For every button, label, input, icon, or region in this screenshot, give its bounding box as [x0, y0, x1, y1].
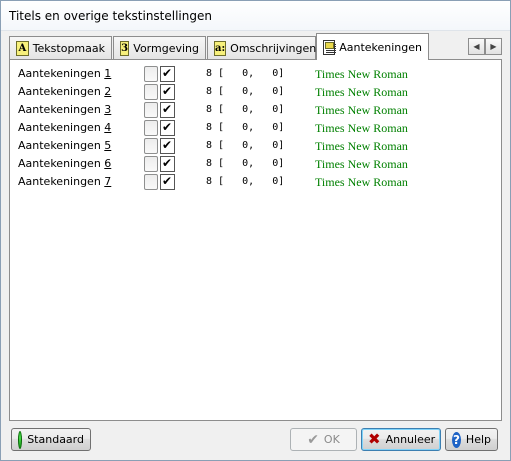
checkmark-icon: ✔ [307, 431, 319, 448]
button-label: Annuleer [385, 433, 436, 446]
visible-checkbox[interactable] [160, 156, 175, 172]
row-label: Aantekeningen 7 [18, 175, 112, 188]
visible-checkbox[interactable] [160, 84, 175, 100]
size-offset-value: 8 [ 0, 0] [206, 122, 285, 133]
notes-row: Aantekeningen 1 8 [ 0, 0] Times New Roma… [18, 65, 498, 83]
tab-aantekeningen[interactable]: Aantekeningen [316, 33, 429, 60]
tab-label: Vormgeving [133, 41, 199, 55]
option-checkbox[interactable] [144, 138, 158, 154]
row-label: Aantekeningen 2 [18, 85, 112, 98]
ok-button[interactable]: ✔ OK [290, 428, 357, 451]
help-question-icon: ? [452, 431, 461, 448]
size-offset-value: 8 [ 0, 0] [206, 158, 285, 169]
size-offset-value: 8 [ 0, 0] [206, 140, 285, 151]
tab-label: Tekstopmaak [32, 41, 105, 55]
row-label: Aantekeningen 6 [18, 157, 112, 170]
row-label: Aantekeningen 4 [18, 121, 112, 134]
font-a-icon: A [16, 40, 29, 56]
visible-checkbox[interactable] [160, 174, 175, 190]
tab-scroll-right-button[interactable]: ▶ [485, 38, 502, 55]
visible-checkbox[interactable] [160, 138, 175, 154]
font-preview-link[interactable]: Times New Roman [315, 139, 408, 154]
tab-label: Omschrijvingen [230, 41, 317, 55]
tab-scroll-arrows: ◀ ▶ [468, 38, 502, 55]
visible-checkbox[interactable] [160, 120, 175, 136]
standaard-button[interactable]: Standaard [11, 428, 91, 451]
tab-scroll-left-button[interactable]: ◀ [468, 38, 485, 55]
button-label: Help [465, 433, 491, 446]
tab-label: Aantekeningen [339, 40, 422, 54]
row-label: Aantekeningen 3 [18, 103, 112, 116]
dialog-window: Titels en overige tekstinstellingen A Te… [0, 0, 511, 461]
help-button[interactable]: ? Help [445, 428, 498, 451]
option-checkbox[interactable] [144, 120, 158, 136]
close-x-icon: ✖ [368, 430, 381, 448]
visible-checkbox[interactable] [160, 66, 175, 82]
font-preview-link[interactable]: Times New Roman [315, 85, 408, 100]
title-bar: Titels en overige tekstinstellingen [1, 1, 510, 31]
notes-row: Aantekeningen 7 8 [ 0, 0] Times New Roma… [18, 173, 498, 191]
button-label: Standaard [27, 433, 84, 446]
row-label: Aantekeningen 5 [18, 139, 112, 152]
font-preview-link[interactable]: Times New Roman [315, 121, 408, 136]
size-offset-value: 8 [ 0, 0] [206, 86, 285, 97]
size-offset-value: 8 [ 0, 0] [206, 104, 285, 115]
button-label: OK [323, 433, 340, 446]
green-circle-icon [18, 430, 23, 449]
size-offset-value: 8 [ 0, 0] [206, 176, 285, 187]
font-preview-link[interactable]: Times New Roman [315, 67, 408, 82]
window-title: Titels en overige tekstinstellingen [9, 9, 212, 23]
notes-row: Aantekeningen 3 8 [ 0, 0] Times New Roma… [18, 101, 498, 119]
description-icon: a: [214, 40, 227, 56]
row-label: Aantekeningen 1 [18, 67, 112, 80]
visible-checkbox[interactable] [160, 102, 175, 118]
tab-panel-aantekeningen: Aantekeningen 1 8 [ 0, 0] Times New Roma… [9, 59, 502, 421]
option-checkbox[interactable] [144, 66, 158, 82]
annuleer-button[interactable]: ✖ Annuleer [361, 428, 441, 451]
notes-row: Aantekeningen 6 8 [ 0, 0] Times New Roma… [18, 155, 498, 173]
font-preview-link[interactable]: Times New Roman [315, 157, 408, 172]
tab-tekstopmaak[interactable]: A Tekstopmaak [9, 36, 112, 59]
size-offset-value: 8 [ 0, 0] [206, 68, 285, 79]
option-checkbox[interactable] [144, 102, 158, 118]
notes-row: Aantekeningen 2 8 [ 0, 0] Times New Roma… [18, 83, 498, 101]
notes-row: Aantekeningen 4 8 [ 0, 0] Times New Roma… [18, 119, 498, 137]
tab-omschrijvingen[interactable]: a: Omschrijvingen [207, 36, 316, 59]
font-preview-link[interactable]: Times New Roman [315, 175, 408, 190]
number-3-icon: 3 [120, 40, 130, 56]
tab-vormgeving[interactable]: 3 Vormgeving [113, 36, 206, 59]
font-preview-link[interactable]: Times New Roman [315, 103, 408, 118]
tab-strip: A Tekstopmaak 3 Vormgeving a: Omschrijvi… [9, 33, 504, 60]
option-checkbox[interactable] [144, 84, 158, 100]
notes-row: Aantekeningen 5 8 [ 0, 0] Times New Roma… [18, 137, 498, 155]
option-checkbox[interactable] [144, 156, 158, 172]
button-bar: Standaard ✔ OK ✖ Annuleer ? Help [1, 423, 510, 461]
notes-icon [323, 39, 337, 55]
option-checkbox[interactable] [144, 174, 158, 190]
